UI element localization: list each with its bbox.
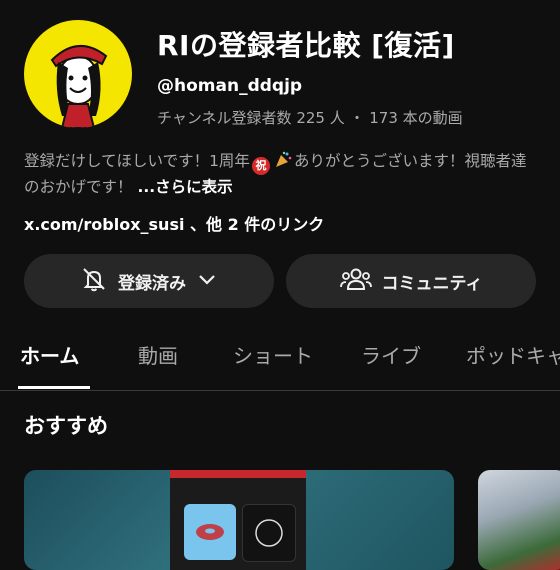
bell-off-icon bbox=[80, 265, 108, 298]
tab-podcasts[interactable]: ポッドキャ bbox=[466, 340, 560, 369]
channel-description[interactable]: 登録だけしてほしいです！1周年祝ありがとうございます！視聴者達のおかげです！ .… bbox=[24, 150, 536, 199]
subscribed-label: 登録済み bbox=[118, 273, 186, 294]
thumbnail-card bbox=[184, 504, 236, 560]
video-thumbnail-2[interactable] bbox=[478, 470, 560, 570]
community-button[interactable]: コミュニティ bbox=[286, 254, 536, 308]
tab-live[interactable]: ライブ bbox=[361, 340, 421, 369]
thumbnail-status-bar bbox=[170, 470, 306, 478]
thumbnail-card-2 bbox=[242, 504, 296, 562]
party-popper-icon bbox=[274, 151, 292, 176]
show-more-link[interactable]: ...さらに表示 bbox=[137, 178, 232, 196]
subscribed-button[interactable]: 登録済み bbox=[24, 254, 274, 308]
celebrate-icon: 祝 bbox=[251, 157, 270, 175]
section-title: おすすめ bbox=[24, 414, 108, 438]
active-tab-indicator bbox=[18, 386, 90, 389]
avatar-circle-icon bbox=[255, 519, 283, 547]
tab-videos[interactable]: 動画 bbox=[138, 340, 178, 369]
channel-title: RIの登録者比較 [復活] bbox=[157, 29, 455, 62]
channel-stats: チャンネル登録者数 225 人 ・ 173 本の動画 bbox=[157, 109, 463, 127]
channel-links[interactable]: x.com/roblox_susi 、他 2 件のリンク bbox=[24, 211, 324, 235]
channel-handle: @homan_ddqjp bbox=[157, 76, 303, 96]
chevron-down-icon bbox=[196, 268, 218, 295]
tab-shorts[interactable]: ショート bbox=[233, 340, 313, 369]
description-text: 登録だけしてほしいです！1周年 bbox=[24, 152, 250, 170]
people-icon bbox=[339, 265, 372, 298]
channel-tabs: ホーム 動画 ショート ライブ ポッドキャ bbox=[0, 328, 560, 391]
donut-icon bbox=[196, 524, 224, 540]
thumbnail-phone-screen bbox=[170, 470, 306, 570]
video-thumbnail[interactable] bbox=[24, 470, 454, 570]
channel-avatar[interactable] bbox=[24, 20, 132, 128]
avatar-character-icon bbox=[50, 44, 108, 128]
tab-home[interactable]: ホーム bbox=[20, 340, 79, 369]
community-label: コミュニティ bbox=[381, 273, 483, 294]
